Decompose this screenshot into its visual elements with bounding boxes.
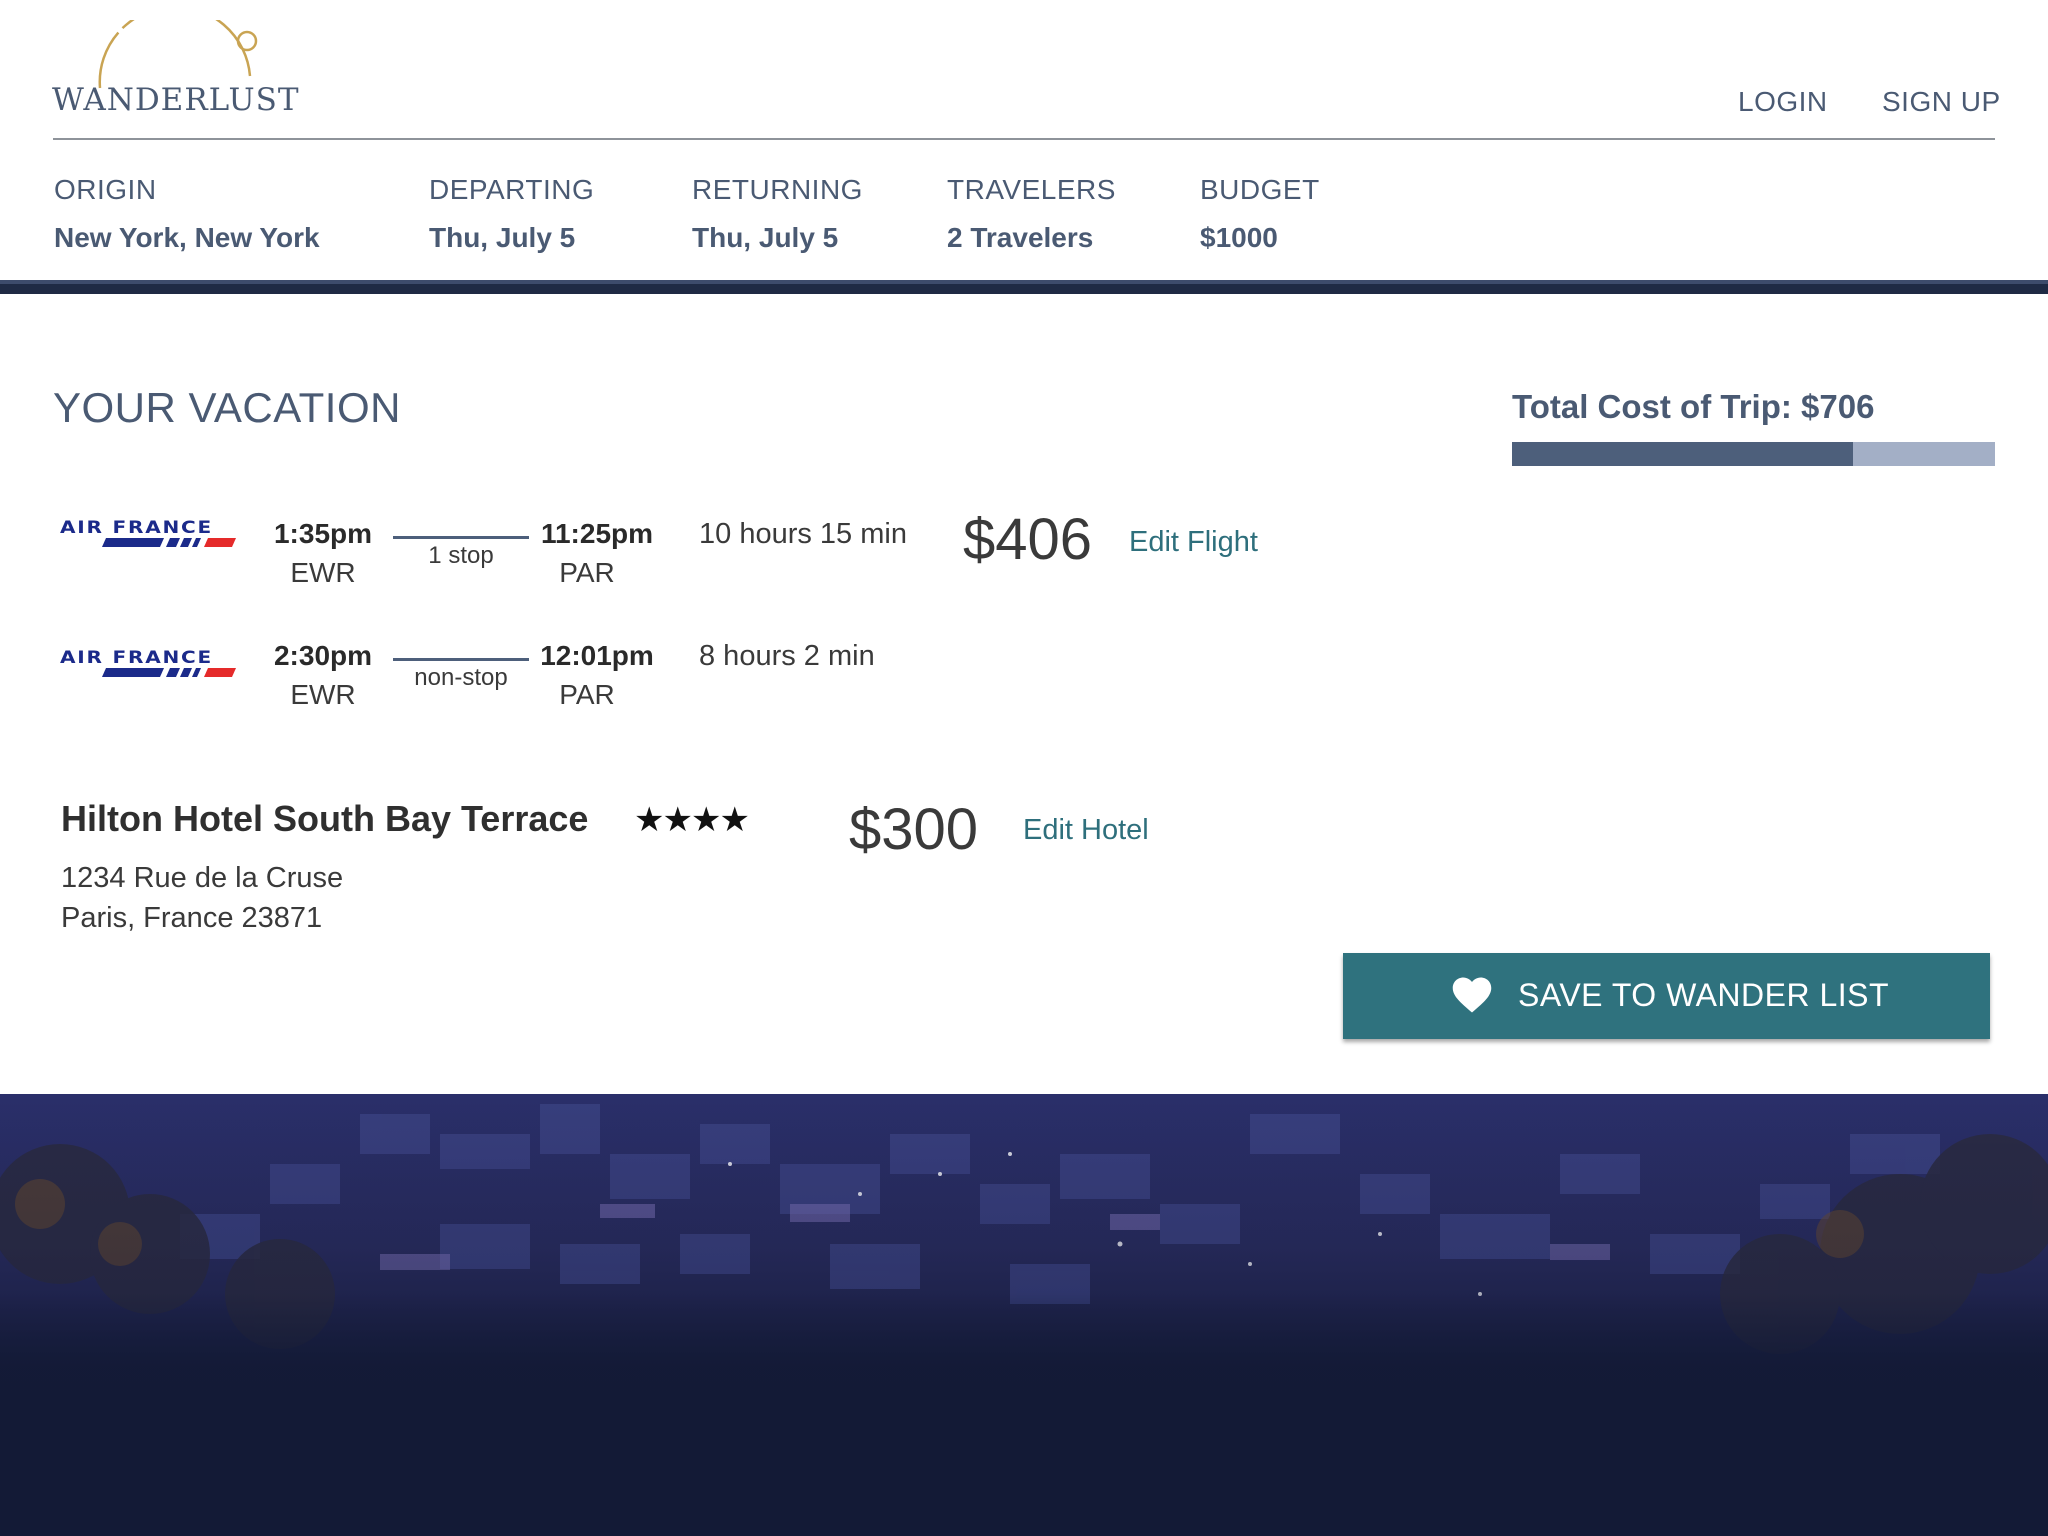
budget-label: BUDGET <box>1200 174 1320 205</box>
airline-name: AIR FRANCE <box>60 518 214 538</box>
route-line <box>393 536 529 539</box>
search-band <box>0 284 2048 294</box>
airline-stripes-icon <box>102 668 236 677</box>
hotel-address-line2: Paris, France 23871 <box>61 902 323 934</box>
route-line <box>393 658 529 661</box>
hotel-star-rating: ★★★★ <box>634 801 750 839</box>
hotel-name: Hilton Hotel South Bay Terrace <box>61 798 589 839</box>
arrive-airport: PAR <box>559 557 615 588</box>
travelers-value[interactable]: 2 Travelers <box>947 222 1093 254</box>
airline-name: AIR FRANCE <box>60 648 214 668</box>
night-city-image <box>0 1094 2048 1536</box>
depart-time: 1:35pm <box>273 518 373 549</box>
air-france-logo: AIR FRANCE <box>60 648 236 680</box>
heart-icon <box>1452 977 1492 1013</box>
flight-duration: 10 hours 15 min <box>699 518 907 550</box>
stops-label: 1 stop <box>428 542 494 569</box>
budget-progress-bar <box>1512 442 1995 466</box>
travelers-label: TRAVELERS <box>947 174 1116 205</box>
total-cost: Total Cost of Trip: $706 <box>1512 388 1875 425</box>
section-title: YOUR VACATION <box>53 384 401 431</box>
origin-value[interactable]: New York, New York <box>54 222 320 254</box>
budget-value[interactable]: $1000 <box>1200 222 1278 254</box>
save-to-wander-list-button[interactable]: SAVE TO WANDER LIST <box>1343 953 1990 1039</box>
logo[interactable]: WANDERLUST <box>52 20 302 120</box>
airline-stripes-icon <box>102 538 236 547</box>
arrive-time: 11:25pm <box>540 518 654 549</box>
hotel-address-line1: 1234 Rue de la Cruse <box>61 862 344 894</box>
budget-progress-fill <box>1512 442 1853 466</box>
arrive-airport: PAR <box>559 679 615 710</box>
returning-label: RETURNING <box>692 174 863 205</box>
stops-label: non-stop <box>414 664 508 691</box>
departing-label: DEPARTING <box>429 174 595 205</box>
flight-price: $406 <box>963 507 1093 572</box>
departing-value[interactable]: Thu, July 5 <box>429 222 575 254</box>
login-link[interactable]: LOGIN <box>1738 86 1828 118</box>
signup-link[interactable]: SIGN UP <box>1882 86 2001 118</box>
save-button-label: SAVE TO WANDER LIST <box>1518 977 1890 1013</box>
edit-hotel-link[interactable]: Edit Hotel <box>1023 814 1149 847</box>
hotel-price: $300 <box>849 797 979 862</box>
origin-label: ORIGIN <box>54 174 157 205</box>
sun-arc-icon <box>98 20 258 89</box>
arrive-time: 12:01pm <box>540 640 654 671</box>
logo-text: WANDERLUST <box>52 82 300 118</box>
flight-duration: 8 hours 2 min <box>699 640 875 672</box>
depart-time: 2:30pm <box>273 640 373 671</box>
edit-flight-link[interactable]: Edit Flight <box>1129 526 1258 559</box>
air-france-logo: AIR FRANCE <box>60 518 236 550</box>
returning-value[interactable]: Thu, July 5 <box>692 222 838 254</box>
depart-airport: EWR <box>290 557 356 588</box>
header-divider <box>53 138 1995 140</box>
depart-airport: EWR <box>290 679 356 710</box>
city-scene <box>0 1094 2048 1536</box>
